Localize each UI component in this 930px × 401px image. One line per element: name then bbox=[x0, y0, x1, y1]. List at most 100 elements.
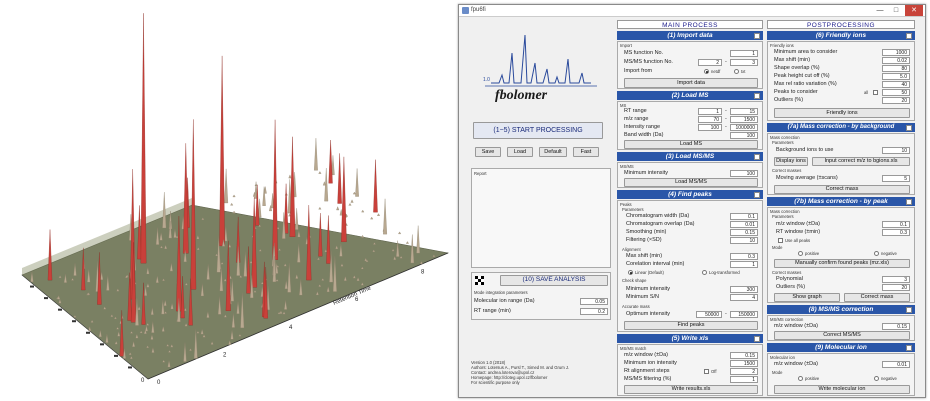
peak-height-input[interactable]: 5.0 bbox=[882, 73, 910, 80]
section-title: (6) Friendly ions bbox=[815, 32, 867, 39]
start-processing-button[interactable]: (1−5) START PROCESSING bbox=[473, 122, 603, 139]
band-width-input[interactable]: 100 bbox=[730, 132, 758, 139]
mz-range-min-input[interactable]: 70 bbox=[698, 116, 722, 123]
intensity-max-input[interactable]: 1000000 bbox=[730, 124, 758, 131]
optimum-intensity-min-input[interactable]: 50000 bbox=[696, 311, 722, 318]
minimum-intensity-input[interactable]: 300 bbox=[730, 286, 758, 293]
use-all-peaks-checkbox[interactable] bbox=[778, 238, 783, 243]
outliers-input[interactable]: 20 bbox=[882, 284, 910, 291]
netcdf-radio[interactable] bbox=[704, 69, 709, 74]
max-ratio-input[interactable]: 40 bbox=[882, 81, 910, 88]
smoothing-input[interactable]: 0.15 bbox=[730, 229, 758, 236]
max-shift-input[interactable]: 0.02 bbox=[882, 57, 910, 64]
shape-overlap-input[interactable]: 80 bbox=[882, 65, 910, 72]
msms-function-b-input[interactable]: 3 bbox=[730, 59, 758, 66]
mz-window-label: m/z window (±Da) bbox=[776, 221, 820, 227]
close-button[interactable]: ✕ bbox=[905, 5, 923, 16]
correlation-interval-input[interactable]: 1 bbox=[730, 261, 758, 268]
min-ion-intensity-input[interactable]: 1500 bbox=[730, 360, 758, 367]
rt-range-input[interactable]: 0.2 bbox=[580, 308, 608, 315]
show-graph-button[interactable]: Show graph bbox=[774, 293, 840, 302]
chromatogram-peak bbox=[416, 225, 420, 254]
mz-window-input[interactable]: 0.15 bbox=[730, 352, 758, 359]
rt-range-max-input[interactable]: 15 bbox=[730, 108, 758, 115]
section-title: (3) Load MS/MS bbox=[665, 153, 715, 160]
ms-function-input[interactable]: 1 bbox=[730, 50, 758, 57]
load-msms-button[interactable]: Load MS/MS bbox=[624, 178, 758, 187]
load-ms-header: (2) Load MS bbox=[617, 91, 763, 100]
txt-radio[interactable] bbox=[734, 69, 739, 74]
min-area-label: Minimum area to consider bbox=[774, 49, 838, 55]
all-label: all bbox=[864, 90, 869, 95]
msms-filtering-input[interactable]: 1 bbox=[730, 376, 758, 383]
load-button[interactable]: Load bbox=[507, 147, 533, 157]
section-checkbox[interactable] bbox=[906, 306, 912, 313]
intensity-min-input[interactable]: 100 bbox=[698, 124, 722, 131]
peak-height-label: Peak height cut off (%) bbox=[774, 73, 830, 79]
mz-range-max-input[interactable]: 1500 bbox=[730, 116, 758, 123]
min-intensity-input[interactable]: 100 bbox=[730, 170, 758, 177]
section-checkbox[interactable] bbox=[754, 92, 760, 99]
maximize-button[interactable]: □ bbox=[889, 5, 903, 16]
logo-version: 1.0 bbox=[483, 77, 490, 83]
write-molecular-ion-button[interactable]: Write molecular ion bbox=[774, 385, 910, 394]
manually-confirm-button[interactable]: Manually confirm found peaks (mz.xls) bbox=[774, 259, 910, 268]
mz-window-input[interactable]: 0.01 bbox=[882, 361, 910, 368]
all-checkbox[interactable] bbox=[873, 90, 878, 95]
moving-average-input[interactable]: 5 bbox=[882, 175, 910, 182]
section-checkbox[interactable] bbox=[754, 335, 760, 342]
mol-ion-range-input[interactable]: 0.05 bbox=[580, 298, 608, 305]
peaks-to-consider-input[interactable]: 50 bbox=[882, 89, 910, 96]
polynomial-input[interactable]: 3 bbox=[882, 276, 910, 283]
correct-msms-button[interactable]: Correct MS/MS bbox=[774, 331, 910, 340]
save-button[interactable]: Save bbox=[475, 147, 501, 157]
correct-mass-peak-button[interactable]: Correct mass bbox=[844, 293, 910, 302]
bg-ions-input[interactable]: 10 bbox=[882, 147, 910, 154]
filtering-label: Filtering (×SD) bbox=[626, 237, 662, 243]
minimize-button[interactable]: — bbox=[873, 5, 887, 16]
save-analysis-button[interactable]: (10) SAVE ANALYSIS bbox=[500, 275, 608, 286]
section-checkbox[interactable] bbox=[754, 153, 760, 160]
default-button[interactable]: Default bbox=[539, 147, 567, 157]
rt-range-min-input[interactable]: 1 bbox=[698, 108, 722, 115]
display-ions-button[interactable]: Display ions bbox=[774, 157, 808, 166]
chromatogram-overlap-input[interactable]: 0.01 bbox=[730, 221, 758, 228]
msms-function-a-input[interactable]: 2 bbox=[698, 59, 722, 66]
section-checkbox[interactable] bbox=[754, 191, 760, 198]
rt-alignment-input[interactable]: 2 bbox=[730, 368, 758, 375]
section-checkbox[interactable] bbox=[906, 124, 912, 131]
chromatogram-width-input[interactable]: 0.1 bbox=[730, 213, 758, 220]
write-results-button[interactable]: Write results.xls bbox=[624, 385, 758, 394]
minimum-sn-input[interactable]: 4 bbox=[730, 294, 758, 301]
friendly-ions-button[interactable]: Friendly ions bbox=[774, 108, 910, 118]
negative-radio[interactable] bbox=[874, 376, 879, 381]
section-checkbox[interactable] bbox=[754, 32, 760, 39]
load-ms-button[interactable]: Load MS bbox=[624, 140, 758, 149]
positive-radio[interactable] bbox=[798, 376, 803, 381]
fast-button[interactable]: Fast bbox=[573, 147, 599, 157]
correct-mass-bg-button[interactable]: Correct mass bbox=[774, 185, 910, 194]
mz-window-input[interactable]: 0.15 bbox=[882, 323, 910, 330]
report-panel: Report bbox=[471, 168, 611, 268]
min-area-input[interactable]: 1000 bbox=[882, 49, 910, 56]
filtering-input[interactable]: 10 bbox=[730, 237, 758, 244]
import-data-button[interactable]: Import data bbox=[624, 78, 758, 88]
plot-depth-tick bbox=[58, 308, 62, 311]
msms-filtering-label: MS/MS filtering (%) bbox=[624, 376, 672, 382]
log-radio[interactable] bbox=[702, 270, 707, 275]
mz-window-input[interactable]: 0.1 bbox=[882, 221, 910, 228]
negative-radio[interactable] bbox=[874, 251, 879, 256]
find-peaks-button[interactable]: Find peaks bbox=[624, 321, 758, 330]
section-checkbox[interactable] bbox=[906, 344, 912, 351]
rt-window-input[interactable]: 0.3 bbox=[882, 229, 910, 236]
off-checkbox[interactable] bbox=[704, 369, 709, 374]
mol-ion-range-label: Molecular ion range (Da) bbox=[474, 298, 535, 304]
section-checkbox[interactable] bbox=[906, 32, 912, 39]
max-shift-input[interactable]: 0.3 bbox=[730, 253, 758, 260]
outliers-input[interactable]: 20 bbox=[882, 97, 910, 104]
optimum-intensity-max-input[interactable]: 150000 bbox=[730, 311, 758, 318]
section-checkbox[interactable] bbox=[906, 198, 912, 205]
input-correct-mz-button[interactable]: Input correct m/z to bgions.xls bbox=[812, 157, 910, 166]
positive-radio[interactable] bbox=[798, 251, 803, 256]
linear-radio[interactable] bbox=[628, 270, 633, 275]
